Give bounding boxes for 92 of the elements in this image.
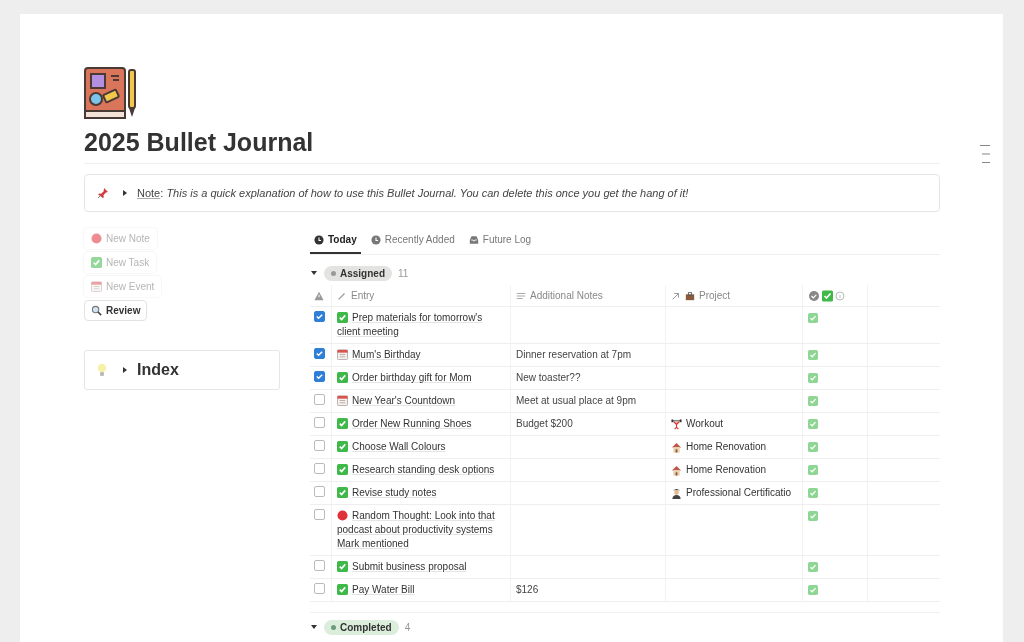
circle-icon: [91, 233, 102, 244]
outline-icon[interactable]: [979, 144, 991, 164]
checkbox[interactable]: [314, 417, 325, 428]
table-cell: Budget $200: [516, 417, 573, 431]
checkbox[interactable]: [314, 311, 325, 322]
checkbox[interactable]: [314, 463, 325, 474]
group-count: 4: [404, 621, 411, 633]
caret-icon[interactable]: [310, 269, 318, 277]
entry-link[interactable]: Research standing desk options: [337, 463, 505, 477]
checkbox[interactable]: [314, 371, 325, 382]
checkmark-icon: [337, 584, 348, 595]
checkbox[interactable]: [314, 348, 325, 359]
arrow-icon: [671, 290, 681, 301]
entry-link[interactable]: Random Thought: Look into that podcast about productivity systems Mark mentioned: [337, 509, 505, 551]
entry-link[interactable]: Revise study notes: [337, 486, 505, 500]
person-icon: [671, 487, 682, 499]
checkmark-icon: [808, 562, 818, 572]
table-cell: $126: [516, 583, 539, 597]
entry-link[interactable]: Prep materials for tomorrow's client meeting: [337, 311, 505, 339]
checkmark-icon: [808, 373, 818, 383]
index-heading: Index: [137, 361, 179, 379]
checkmark-icon: [337, 372, 348, 383]
briefcase-icon: [685, 290, 695, 301]
column-header[interactable]: Project: [671, 290, 731, 301]
view-tab[interactable]: Today: [310, 228, 361, 254]
checkmark-icon: [337, 441, 348, 452]
checkmark-icon: [337, 312, 348, 323]
checkmark-icon: [337, 561, 348, 572]
group-tag: Assigned: [324, 265, 392, 281]
checkmark-icon: [808, 442, 818, 452]
search-icon: [91, 305, 102, 316]
entry-link[interactable]: Order birthday gift for Mom: [337, 371, 505, 385]
checkbox[interactable]: [314, 583, 325, 594]
checkmark-icon: [808, 396, 818, 406]
circle-icon: [337, 510, 348, 521]
group-count: 11: [398, 267, 409, 279]
group-tag: Completed: [324, 619, 399, 635]
checkbox[interactable]: [314, 486, 325, 497]
checkmark-icon: [808, 511, 818, 521]
weightlifter-icon: [671, 418, 682, 430]
book-drawing: [84, 66, 138, 120]
checkmark-icon: [337, 418, 348, 429]
callout-text: Note: This is a quick explanation of how to use this Bullet Journal. You can delete this once you get the hang of it!: [137, 187, 689, 199]
checkmark-icon: [808, 350, 818, 360]
column-icons[interactable]: [808, 289, 846, 302]
entry-link[interactable]: Order New Running Shoes: [337, 417, 505, 431]
checkbox[interactable]: [314, 560, 325, 571]
checkmark-icon: [808, 465, 818, 475]
checkmark-icon: [808, 419, 818, 429]
project-link[interactable]: Professional Certificatio: [671, 486, 792, 500]
entry-link[interactable]: New Year's Countdown: [337, 394, 505, 408]
checkmark-icon: [808, 585, 818, 595]
checkmark-icon: [808, 488, 818, 498]
checkmark-icon: [808, 313, 818, 323]
caret-icon[interactable]: [121, 366, 129, 374]
pencil-icon: [337, 290, 347, 301]
table-cell: New toaster??: [516, 371, 581, 385]
checkbox[interactable]: [314, 509, 325, 520]
calendar-icon: [91, 281, 102, 292]
checkmark-icon: [91, 257, 102, 268]
project-link[interactable]: Workout: [671, 417, 724, 431]
project-link[interactable]: Home Renovation: [671, 440, 767, 454]
inbox-icon: [468, 234, 479, 245]
page-title: 2025 Bullet Journal: [84, 128, 940, 164]
entry-link[interactable]: Pay Water Bill: [337, 583, 505, 597]
table-cell: Meet at usual place at 9pm: [516, 394, 637, 408]
calendar-icon: [337, 349, 348, 360]
lightbulb-icon: [97, 363, 107, 377]
pushpin-icon: [97, 187, 109, 199]
checkmark-icon: [337, 464, 348, 475]
clock-icon: [314, 234, 324, 245]
caret-icon[interactable]: [310, 623, 318, 631]
house-icon: [671, 441, 682, 453]
checkbox[interactable]: [314, 394, 325, 405]
action-button[interactable]: Review: [84, 300, 148, 321]
calendar-icon: [337, 395, 348, 406]
entry-link[interactable]: Choose Wall Colours: [337, 440, 505, 454]
entry-link[interactable]: Submit business proposal: [337, 560, 505, 574]
entry-link[interactable]: Mum's Birthday: [337, 348, 505, 362]
view-tab[interactable]: Future Log: [464, 228, 536, 254]
warning-icon: [314, 290, 324, 301]
column-header[interactable]: Entry: [337, 290, 375, 301]
checkbox[interactable]: [314, 440, 325, 451]
caret-icon[interactable]: [121, 189, 129, 197]
column-header[interactable]: Additional Notes: [516, 290, 603, 301]
view-tab[interactable]: Recently Added: [366, 228, 459, 254]
project-link[interactable]: Home Renovation: [671, 463, 767, 477]
text-lines-icon: [516, 290, 526, 301]
house-icon: [671, 464, 682, 476]
table-cell: Dinner reservation at 7pm: [516, 348, 632, 362]
clock-icon: [370, 234, 381, 245]
checkmark-icon: [337, 487, 348, 498]
